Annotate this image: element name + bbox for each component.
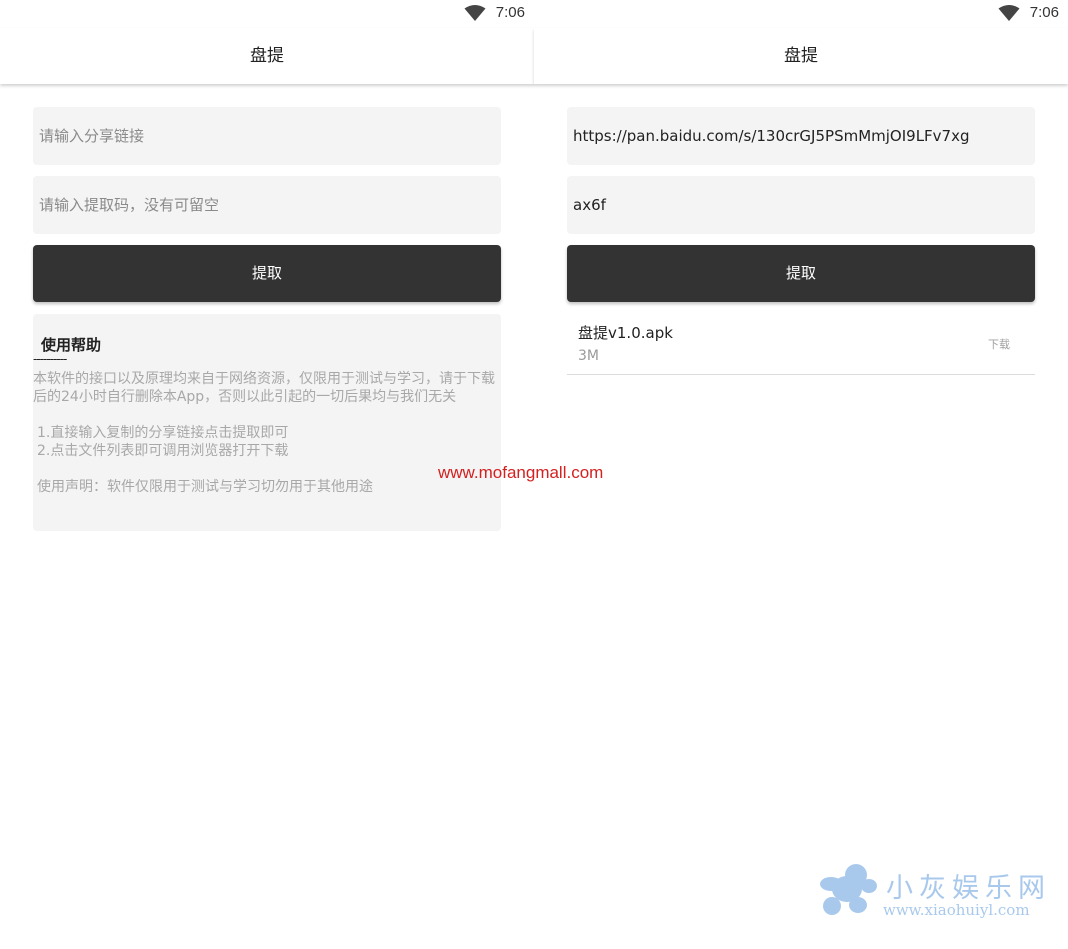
help-body: 本软件的接口以及原理均来自于网络资源，仅限用于测试与学习，请于下载后的24小时自… (33, 370, 501, 496)
wifi-icon (464, 5, 486, 21)
help-step-1: 1.直接输入复制的分享链接点击提取即可 (37, 425, 289, 441)
share-link-input[interactable]: https://pan.baidu.com/s/130crGJ5PSmMmjOI… (567, 107, 1035, 165)
status-bar: 7:06 (0, 0, 534, 28)
app-bar: 盘提 (0, 28, 534, 84)
extract-code-input[interactable]: ax6f (567, 176, 1035, 234)
app-bar: 盘提 (534, 28, 1068, 84)
help-divider: ---------- (33, 352, 67, 366)
wifi-icon (998, 5, 1020, 21)
file-list-item[interactable]: 盘提v1.0.apk 3M 下载 (567, 314, 1035, 375)
file-size: 3M (578, 348, 599, 364)
help-step-2: 2.点击文件列表即可调用浏览器打开下载 (37, 443, 289, 459)
help-usage-statement: 使用声明：软件仅限用于测试与学习切勿用于其他用途 (37, 479, 373, 495)
watermark-brand: 小灰娱乐网 (886, 873, 1051, 904)
file-name: 盘提v1.0.apk (578, 324, 673, 342)
status-time: 7:06 (1029, 4, 1059, 21)
help-disclaimer: 本软件的接口以及原理均来自于网络资源，仅限用于测试与学习，请于下载后的24小时自… (33, 371, 495, 405)
app-title: 盘提 (784, 46, 818, 66)
app-title: 盘提 (250, 46, 284, 66)
extract-code-input[interactable]: 请输入提取码，没有可留空 (33, 176, 501, 234)
screen-result-state: 7:06 盘提 https://pan.baidu.com/s/130crGJ5… (534, 0, 1068, 949)
watermark-domain: www.xiaohuiyl.com (883, 901, 1030, 919)
watermark-url: www.mofangmall.com (438, 463, 604, 482)
extract-button[interactable]: 提取 (33, 245, 501, 302)
share-link-input[interactable]: 请输入分享链接 (33, 107, 501, 165)
help-panel: 使用帮助 ---------- 本软件的接口以及原理均来自于网络资源，仅限用于测… (33, 314, 501, 531)
download-link[interactable]: 下载 (988, 336, 1010, 352)
extract-button[interactable]: 提取 (567, 245, 1035, 302)
star-logo-icon (820, 864, 877, 915)
status-time: 7:06 (495, 4, 525, 21)
status-bar: 7:06 (534, 0, 1068, 28)
